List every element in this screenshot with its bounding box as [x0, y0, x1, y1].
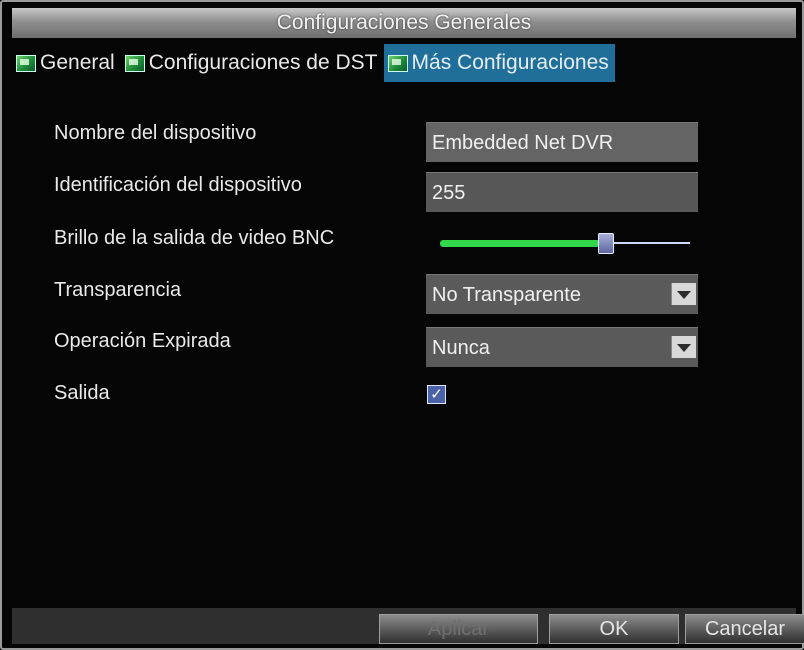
picture-icon [124, 54, 145, 72]
chevron-down-icon[interactable] [671, 336, 696, 358]
device-id-label: Identificación del dispositivo [54, 174, 302, 196]
cancel-button[interactable]: Cancelar [685, 614, 804, 644]
tab-dst-label: Configuraciones de DST [148, 51, 378, 74]
brightness-slider-thumb[interactable] [598, 233, 614, 254]
timeout-value: Nunca [432, 337, 490, 359]
ok-button[interactable]: OK [549, 614, 679, 644]
device-id-input[interactable]: 255 [426, 172, 698, 212]
tab-more-settings[interactable]: Más Configuraciones [383, 44, 615, 82]
dialog-window: Configuraciones Generales General Config… [0, 0, 804, 650]
window-title: Configuraciones Generales [12, 8, 796, 38]
transparency-select[interactable]: No Transparente [426, 274, 698, 314]
checkmark-icon[interactable]: ✓ [427, 385, 446, 404]
tab-dst[interactable]: Configuraciones de DST [121, 44, 384, 82]
transparency-label: Transparencia [54, 279, 182, 301]
picture-icon [16, 54, 36, 72]
chevron-down-icon[interactable] [671, 283, 696, 305]
tab-bar: General Configuraciones de DST Más Confi… [12, 44, 796, 82]
device-name-input[interactable]: Embedded Net DVR [426, 122, 698, 162]
exit-label: Salida [54, 382, 110, 404]
transparency-value: No Transparente [432, 284, 581, 306]
brightness-slider-fill[interactable] [440, 240, 600, 247]
tab-general-label: General [40, 51, 115, 74]
timeout-label: Operación Expirada [54, 330, 231, 352]
device-name-label: Nombre del dispositivo [54, 122, 257, 144]
timeout-select[interactable]: Nunca [426, 327, 698, 367]
brightness-label: Brillo de la salida de video BNC [54, 227, 335, 249]
tab-general[interactable]: General [12, 44, 121, 82]
apply-button[interactable]: Aplicar [379, 614, 538, 644]
picture-icon [387, 54, 408, 72]
tab-more-settings-label: Más Configuraciones [411, 51, 609, 74]
